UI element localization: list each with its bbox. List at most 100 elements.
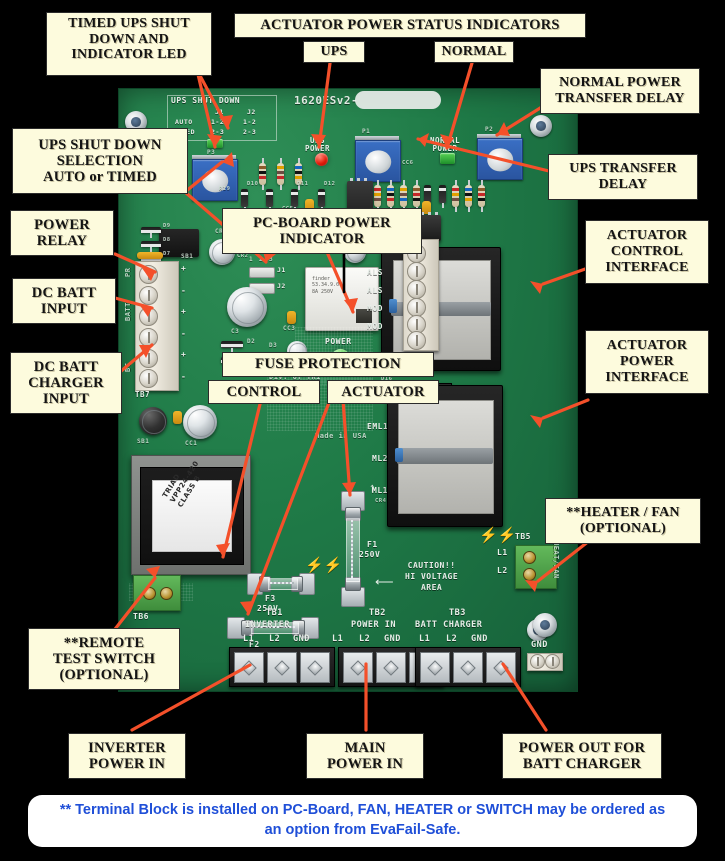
tb8-screw[interactable] (407, 262, 426, 281)
tb6-label: TB6 (133, 612, 149, 621)
diode-d2 (221, 341, 243, 353)
diode (291, 189, 298, 212)
diode (318, 189, 325, 212)
tb8-screw[interactable] (407, 280, 426, 299)
gnd-screw[interactable] (530, 654, 545, 669)
tb6-screw[interactable] (143, 587, 156, 600)
terminal-block-tb1[interactable] (229, 647, 335, 687)
hi-voltage-bolt-icon: ⚡⚡ (479, 528, 517, 544)
resistor (478, 180, 485, 212)
tb7-screw[interactable] (139, 286, 158, 305)
refdes-d3: D3 (269, 342, 278, 349)
tb5-screw[interactable] (523, 568, 536, 581)
resistor (465, 180, 472, 212)
tb5-pin-l2: L2 (497, 566, 508, 575)
tb1-pin-gnd: GND (293, 634, 310, 644)
terminal-block-tb7[interactable] (135, 261, 179, 391)
callout-power-out-batt-charger: POWER OUT FOR BATT CHARGER (502, 733, 662, 779)
tb3-pin-l1: L1 (419, 634, 431, 644)
jumper-row-auto-j2: 1-2 (243, 118, 257, 126)
tb2-terminal-l2[interactable] (376, 652, 406, 683)
gnd-terminal[interactable] (527, 653, 563, 671)
diode (241, 189, 248, 212)
jumper-pin-2: 2 (259, 256, 264, 263)
tb7-polarity-minus: - (181, 372, 187, 381)
tb3-terminal-l2[interactable] (453, 652, 483, 683)
fuse-f1[interactable] (341, 491, 365, 607)
tb1-title: INVERTER (245, 620, 290, 630)
tb5-pin-l1: L1 (497, 548, 508, 557)
tantalum-cap (173, 411, 182, 424)
refdes-br1: SB1 (137, 438, 150, 445)
tb6-screw[interactable] (160, 587, 173, 600)
callout-power-relay: POWER RELAY (10, 210, 114, 256)
tb3-pin-gnd: GND (471, 634, 488, 644)
tb2-title: POWER IN (351, 620, 396, 630)
electrolytic-cap-cc1 (183, 405, 217, 439)
transformer-marking: TRIAD VPP24-420 CLASS B (161, 459, 203, 509)
tb2-pin-gnd: GND (384, 634, 401, 644)
refdes-d2: D2 (247, 338, 256, 345)
jumper-pin-3: 3 (269, 256, 274, 263)
tb8-screw[interactable] (407, 331, 426, 350)
tb7-side-label-batt: BATT (124, 302, 132, 321)
resistor (387, 180, 394, 212)
tb7-screw[interactable] (139, 328, 158, 347)
normal-transfer-delay-trimpot-p2[interactable] (477, 138, 523, 180)
tb5-screw[interactable] (523, 551, 536, 564)
tb7-screw[interactable] (139, 307, 158, 326)
tb7-screw[interactable] (139, 369, 158, 388)
callout-remote-test-switch: **REMOTE TEST SWITCH (OPTIONAL) (28, 628, 180, 690)
refdes-cc1: CC1 (185, 440, 198, 447)
mounting-hole (530, 115, 552, 137)
diode-d9 (141, 227, 161, 238)
terminal-block-tb8[interactable] (403, 239, 439, 351)
gnd-screw[interactable] (545, 654, 560, 669)
jumper-row-auto-mode: AUTO (175, 118, 193, 126)
callout-ups-transfer-delay: UPS TRANSFER DELAY (548, 154, 698, 200)
ups-transfer-delay-trimpot-p1[interactable] (355, 140, 401, 182)
fuse-f3[interactable] (247, 573, 315, 595)
actuator-contactor-bottom (387, 385, 503, 527)
jumper-pin-1: 1 (249, 256, 254, 263)
refdes-p1: P1 (362, 128, 371, 135)
resistor (400, 180, 407, 212)
jumper-col-j2: J2 (247, 108, 256, 116)
tb1-terminal-gnd[interactable] (300, 652, 330, 683)
refdes-cc6: CC6 (402, 160, 414, 166)
ups-power-silk: UPS POWER (305, 136, 331, 153)
bridge-rect-br1 (139, 407, 167, 435)
tb7-side-label-pr: PR (124, 267, 132, 277)
diode-d8 (141, 241, 161, 252)
tb3-terminal-l1[interactable] (420, 652, 450, 683)
fuse-f1-id: F1 (367, 540, 378, 549)
refdes-cr2: CR4 (375, 498, 387, 504)
terminal-block-tb6[interactable] (133, 575, 181, 611)
tb7-screw[interactable] (139, 265, 158, 284)
ups-shut-down-silk-header: UPS SHUT DOWN (171, 96, 241, 105)
tb2-terminal-l1[interactable] (343, 652, 373, 683)
resistor (277, 158, 284, 190)
ups-shutdown-trimpot-p3[interactable] (192, 159, 238, 201)
tb1-label: TB1 (266, 608, 283, 618)
callout-inverter-power-in: INVERTER POWER IN (68, 733, 186, 779)
tb2-pin-l1: L1 (332, 634, 344, 644)
tb7-polarity-plus: + (181, 350, 187, 359)
tb7-polarity-plus: + (181, 264, 187, 273)
tb1-terminal-l1[interactable] (234, 652, 264, 683)
tb7-label: TB7 (135, 390, 151, 399)
tb3-terminal-gnd[interactable] (486, 652, 516, 683)
tb3-pin-l2: L2 (446, 634, 458, 644)
timed-ups-indicator-led (207, 139, 223, 148)
callout-heater-fan: **HEATER / FAN (OPTIONAL) (545, 498, 701, 544)
tb1-terminal-l2[interactable] (267, 652, 297, 683)
tb7-screw[interactable] (139, 349, 158, 368)
resistor (374, 180, 381, 212)
refdes-q5: CR2 (237, 253, 249, 259)
jumper-col-j1: J1 (215, 108, 224, 116)
normal-power-status-led (440, 153, 455, 164)
tb7-polarity-minus: - (181, 329, 187, 338)
made-in-usa-silk: Made in USA (315, 432, 367, 440)
terminal-block-tb3[interactable] (415, 647, 521, 687)
tb1-pin-l2: L2 (269, 634, 281, 644)
